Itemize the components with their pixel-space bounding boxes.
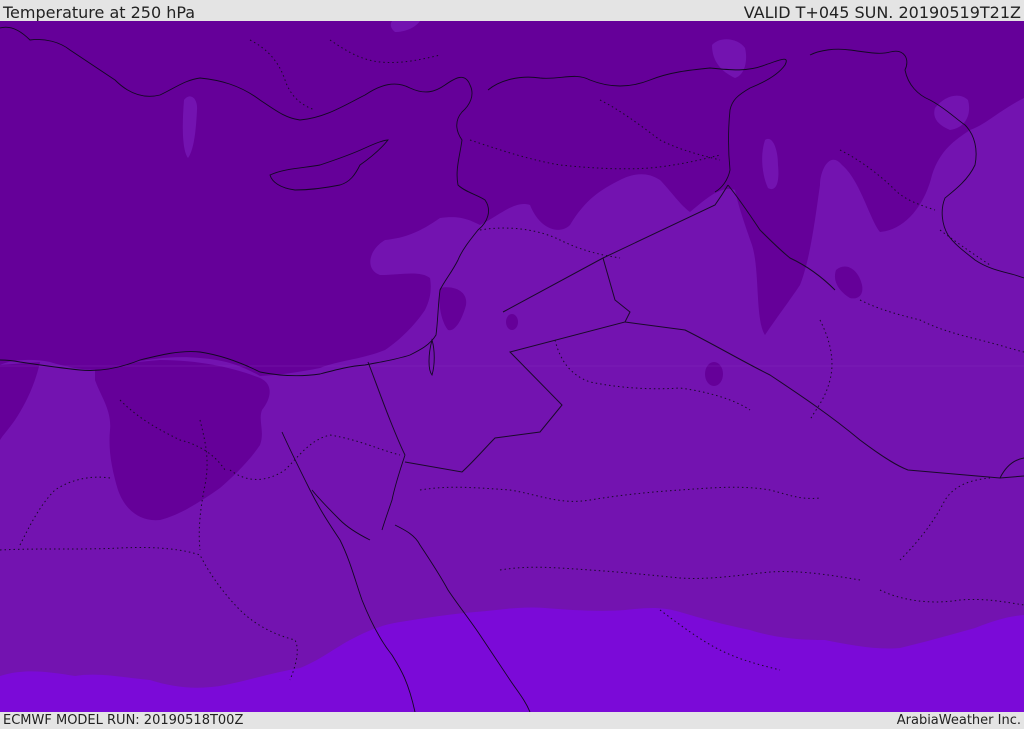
temp-band-dark-blob-1 <box>506 314 518 330</box>
map-area[interactable] <box>0 21 1024 712</box>
credit-label: ArabiaWeather Inc. <box>896 713 1021 728</box>
model-run-label: ECMWF MODEL RUN: 20190518T00Z <box>3 713 244 728</box>
temperature-map <box>0 21 1024 712</box>
map-footer: ECMWF MODEL RUN: 20190518T00Z ArabiaWeat… <box>0 712 1024 729</box>
map-title: Temperature at 250 hPa <box>3 2 196 22</box>
valid-time-label: VALID T+045 SUN. 20190519T21Z <box>743 2 1021 22</box>
temp-band-dark-blob-2 <box>705 362 723 386</box>
map-header: Temperature at 250 hPa VALID T+045 SUN. … <box>0 0 1024 21</box>
